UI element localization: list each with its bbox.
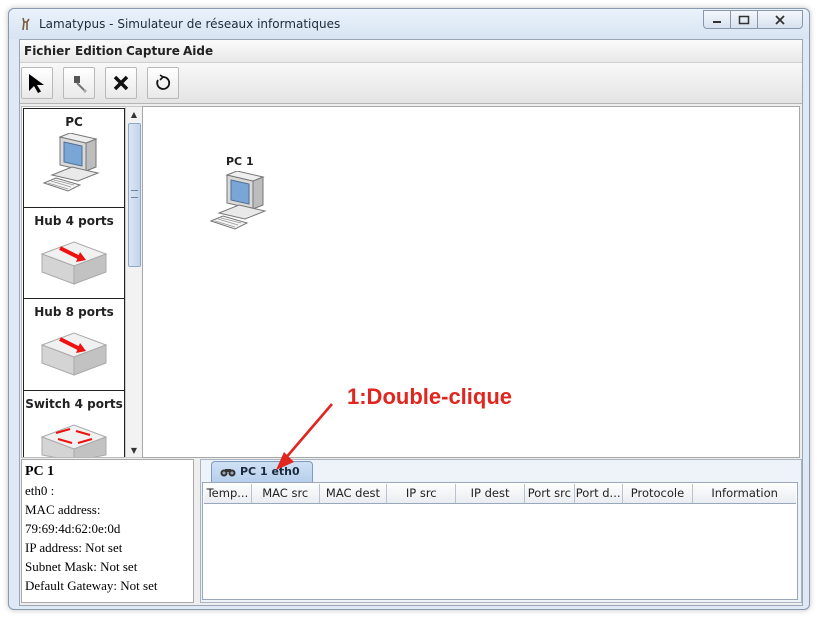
palette-item-label: Hub 4 ports [34,214,114,228]
menu-fichier[interactable]: Fichier [24,44,70,58]
packet-table[interactable]: Temp... MAC src MAC dest IP src IP dest … [202,482,798,600]
column-header[interactable]: Port src [524,484,575,503]
title-bar[interactable]: Lamatypus - Simulateur de réseaux inform… [9,9,809,39]
scroll-thumb[interactable] [128,123,141,267]
refresh-icon [156,74,171,90]
minimize-button[interactable] [703,10,731,29]
menu-capture[interactable]: Capture [126,44,180,58]
column-header[interactable]: Port d... [574,484,623,503]
red-arrow-icon [276,403,333,470]
default-gateway: Default Gateway: Not set [25,578,158,593]
hub-icon [40,332,108,376]
component-palette: PC Hub 4 ports Hub 8 ports Switch 4 port… [21,106,127,458]
app-window: Lamatypus - Simulateur de réseaux inform… [8,8,810,610]
palette-item-switch4[interactable]: Switch 4 ports [23,390,125,457]
table-header: Temp... MAC src MAC dest IP src IP dest … [204,484,796,504]
palette-item-hub4[interactable]: Hub 4 ports [23,207,125,299]
subnet-mask: Subnet Mask: Not set [25,559,138,574]
column-header[interactable]: Information [693,484,796,503]
pc-icon[interactable] [209,171,275,237]
column-header[interactable]: Temp... [204,484,252,503]
select-tool-button[interactable] [21,67,53,99]
menu-edition[interactable]: Edition [75,44,123,58]
window-content: Fichier Edition Capture Aide PC Hub 4 po… [19,39,803,606]
column-header[interactable]: MAC dest [319,484,388,503]
llama-app-icon [22,17,30,31]
column-header[interactable]: MAC src [251,484,320,503]
hub-icon [40,241,108,285]
column-header[interactable]: IP dest [456,484,525,503]
device-info-panel: PC 1 eth0 : MAC address: 79:69:4d:62:0e:… [21,459,194,603]
close-button[interactable] [757,10,803,29]
device-name: PC 1 [25,464,55,479]
node-label: PC 1 [226,155,254,168]
pc-icon [42,133,100,192]
mac-value: 79:69:4d:62:0e:0d [25,521,121,536]
scroll-up-icon[interactable]: ▲ [126,107,142,121]
palette-item-label: Hub 8 ports [34,305,114,319]
palette-item-label: Switch 4 ports [25,397,123,411]
menu-aide[interactable]: Aide [183,44,213,58]
minimize-icon [713,20,721,23]
capture-panel: PC 1 eth0 Temp... MAC src MAC dest IP sr… [200,459,802,603]
menu-bar: Fichier Edition Capture Aide [20,40,802,63]
column-header[interactable]: Protocole [622,484,694,503]
maximize-icon [738,15,750,24]
mac-label: MAC address: [25,502,101,517]
switch-icon [40,424,108,457]
ip-address: IP address: Not set [25,540,123,555]
delete-tool-button[interactable] [105,67,137,99]
palette-item-hub8[interactable]: Hub 8 ports [23,298,125,391]
palette-item-pc[interactable]: PC [23,108,125,208]
window-title: Lamatypus - Simulateur de réseaux inform… [39,17,341,31]
toolbar [20,63,802,104]
cable-tool-button[interactable] [63,67,95,99]
annotation-text: 1:Double-clique [347,384,513,409]
scroll-down-icon[interactable]: ▼ [126,443,142,457]
column-header[interactable]: IP src [387,484,457,503]
cable-plug-icon [74,76,88,94]
maximize-button[interactable] [730,10,758,29]
arrow-pointer-icon [29,74,44,93]
palette-item-label: PC [65,115,83,129]
reset-tool-button[interactable] [147,67,179,99]
binoculars-icon [220,469,236,477]
palette-scrollbar[interactable]: ▲ ▼ [125,106,143,458]
delete-x-icon [113,75,129,91]
interface-label: eth0 : [25,483,55,498]
close-icon [775,14,785,25]
